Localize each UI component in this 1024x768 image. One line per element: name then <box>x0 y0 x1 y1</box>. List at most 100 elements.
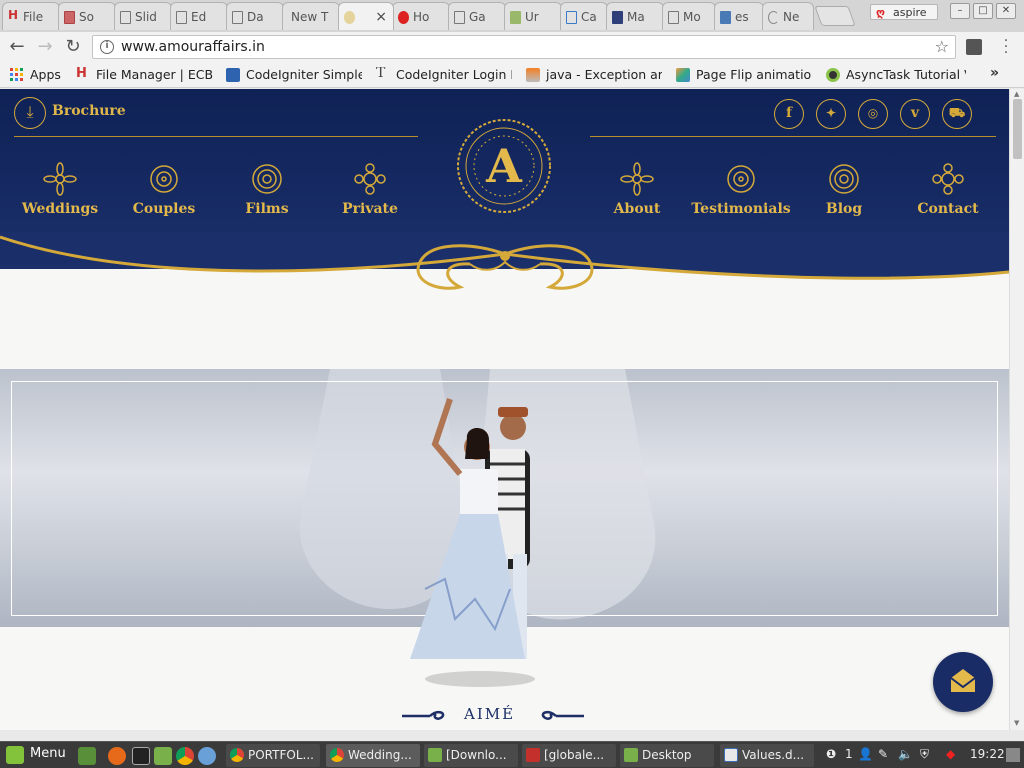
flower-icon <box>252 164 282 194</box>
tab[interactable]: Mo <box>662 2 716 30</box>
tab-label: Mo <box>683 10 701 24</box>
nav-weddings[interactable]: Weddings <box>5 162 115 217</box>
bookmark-file-manager[interactable]: H File Manager | ECB <box>76 67 216 83</box>
flower-icon <box>727 165 755 193</box>
back-button[interactable]: ← <box>6 36 28 58</box>
apps-grid-icon <box>10 68 23 81</box>
close-tab-icon[interactable]: × <box>375 9 387 25</box>
terminal-icon[interactable] <box>132 747 150 765</box>
tab[interactable]: New T <box>282 2 340 30</box>
bookmark-star-icon[interactable]: ☆ <box>935 37 949 56</box>
flower-icon <box>43 162 77 196</box>
bookmark-codeigniter-login[interactable]: T CodeIgniter Login Fo <box>376 67 512 83</box>
start-menu-button[interactable]: Menu <box>4 746 66 766</box>
maximize-button[interactable]: □ <box>973 3 993 19</box>
tab[interactable]: Ho <box>392 2 450 30</box>
close-window-button[interactable]: ✕ <box>996 3 1016 19</box>
cart-icon[interactable]: ⛟ <box>942 99 972 129</box>
scrollbar-thumb[interactable] <box>1013 99 1022 159</box>
taskbar-item[interactable]: [Downlo... <box>424 744 518 767</box>
extension-icon[interactable] <box>966 39 982 55</box>
shield-icon[interactable]: ⛨ <box>920 747 929 762</box>
nav-testimonials[interactable]: Testimonials <box>686 162 796 217</box>
taskbar-item[interactable]: [globale... <box>522 744 616 767</box>
hi-favicon-icon: H <box>8 8 19 22</box>
nav-blog[interactable]: Blog <box>789 162 899 217</box>
volume-icon[interactable]: 🔈 <box>898 747 913 761</box>
tab[interactable]: Ga <box>448 2 506 30</box>
taskbar-item[interactable]: Values.d... <box>720 744 814 767</box>
nav-contact[interactable]: Contact <box>893 162 1003 217</box>
profile-button[interactable]: ღ aspire <box>870 4 938 20</box>
tab[interactable]: Ca <box>560 2 608 30</box>
url-text[interactable]: www.amouraffairs.in <box>121 39 265 55</box>
new-tab-button[interactable] <box>814 6 856 26</box>
nav-about[interactable]: About <box>582 162 692 217</box>
minimize-button[interactable]: – <box>950 3 970 19</box>
notification-icon[interactable]: ❶ <box>826 747 836 761</box>
task-label: Desktop <box>642 748 692 762</box>
user-icon[interactable]: 👤 <box>858 747 873 761</box>
nav-private[interactable]: Private <box>315 162 425 217</box>
forward-button[interactable]: → <box>34 36 56 58</box>
show-desktop-corner[interactable] <box>1006 748 1020 762</box>
bookmark-asynctask[interactable]: AsyncTask Tutorial V <box>826 67 966 83</box>
document-icon <box>232 11 243 24</box>
address-bar[interactable]: i www.amouraffairs.in ☆ <box>92 35 956 59</box>
scroll-up-icon[interactable]: ▲ <box>1014 90 1019 98</box>
tab[interactable]: Ne <box>762 2 814 30</box>
bookmark-label: AsyncTask Tutorial V <box>846 67 966 82</box>
page-favicon-icon <box>64 11 75 24</box>
tab[interactable]: es <box>714 2 764 30</box>
info-icon[interactable]: i <box>100 40 114 54</box>
nav-couples[interactable]: Couples <box>109 162 219 217</box>
tab[interactable]: H File <box>2 2 60 30</box>
contact-chat-button[interactable] <box>933 652 993 712</box>
gold-divider-right <box>590 136 996 137</box>
bookmark-apps[interactable]: Apps <box>10 67 70 83</box>
document-blue-icon <box>226 68 240 82</box>
nav-label: Blog <box>825 201 863 217</box>
taskbar-item-active[interactable]: Wedding... <box>326 744 420 767</box>
twitter-icon[interactable]: ✦ <box>816 99 846 129</box>
show-desktop-icon[interactable] <box>78 747 96 765</box>
vimeo-icon[interactable]: v <box>900 99 930 129</box>
bookmark-java-exception[interactable]: java - Exception aros <box>526 67 662 83</box>
tab[interactable]: Ur <box>504 2 562 30</box>
tab-label: New T <box>291 10 329 24</box>
flower-icon <box>829 164 859 194</box>
pen-icon[interactable]: ✎ <box>878 747 888 761</box>
files-icon[interactable] <box>154 747 172 765</box>
page-favicon-icon <box>612 11 623 24</box>
bookmark-label: CodeIgniter Simple <box>246 67 362 82</box>
bookmark-label: Apps <box>30 67 61 82</box>
firefox-icon[interactable] <box>108 747 126 765</box>
tab[interactable]: Slid <box>114 2 172 30</box>
chromium-icon[interactable] <box>198 747 216 765</box>
tab-label: Da <box>247 10 264 24</box>
reload-button[interactable]: ↻ <box>62 36 84 58</box>
chrome-icon[interactable] <box>176 747 194 765</box>
page-scrollbar[interactable]: ▲ ▼ <box>1009 89 1024 730</box>
tab[interactable]: Da <box>226 2 284 30</box>
nav-films[interactable]: Films <box>212 162 322 217</box>
more-bookmarks-icon[interactable]: » <box>990 65 999 81</box>
tab-active[interactable]: × <box>338 2 394 30</box>
folder-icon <box>428 748 442 762</box>
tab[interactable]: Ma <box>606 2 664 30</box>
tab[interactable]: So <box>58 2 116 30</box>
network-icon[interactable]: ◆ <box>946 747 955 761</box>
taskbar-item[interactable]: Desktop <box>620 744 714 767</box>
bookmark-label: CodeIgniter Login Fo <box>396 67 512 82</box>
instagram-icon[interactable]: ◎ <box>858 99 888 129</box>
bookmark-page-flip[interactable]: Page Flip animation <box>676 67 812 83</box>
nav-label: About <box>613 201 661 217</box>
chrome-icon <box>330 748 344 762</box>
tab[interactable]: Ed <box>170 2 228 30</box>
facebook-icon[interactable]: f <box>774 99 804 129</box>
taskbar-item[interactable]: PORTFOL... <box>226 744 320 767</box>
scroll-down-icon[interactable]: ▼ <box>1014 719 1019 727</box>
flower-icon <box>932 163 964 195</box>
browser-menu-icon[interactable]: · · · <box>998 34 1014 60</box>
bookmark-codeigniter-simple[interactable]: CodeIgniter Simple <box>226 67 362 83</box>
